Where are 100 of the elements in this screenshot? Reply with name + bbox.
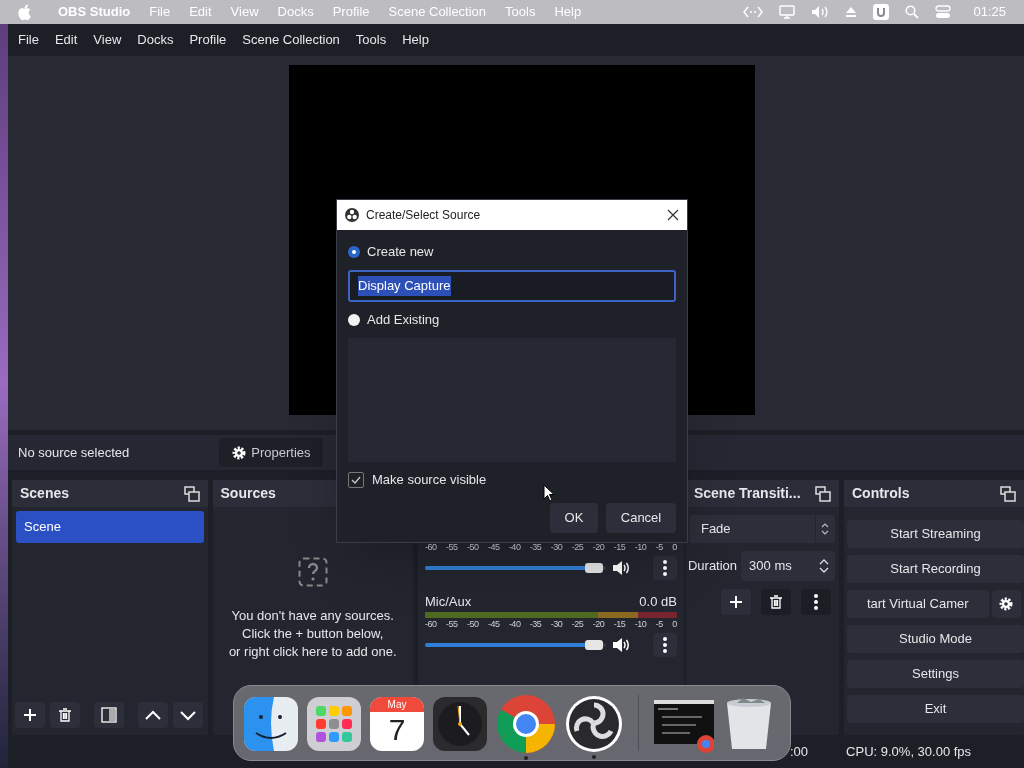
add-transition-button[interactable] <box>721 589 751 615</box>
dock-title: Sources <box>220 484 276 503</box>
radio-button[interactable] <box>348 314 360 326</box>
speaker-icon[interactable] <box>611 637 630 653</box>
remove-button[interactable] <box>50 702 80 728</box>
settings-icon <box>998 596 1015 612</box>
finder-icon[interactable] <box>244 697 298 751</box>
dock-title: Scene Transiti... <box>693 484 801 503</box>
control-button[interactable]: Start Streaming <box>847 520 1024 548</box>
radio-label[interactable]: Create new <box>367 242 434 262</box>
calendar-month: May <box>370 697 424 712</box>
undock-icon <box>1000 485 1016 502</box>
scale-label: -30 <box>550 618 563 630</box>
volume-thumb[interactable] <box>585 563 604 573</box>
plus-icon <box>729 595 743 609</box>
dialog-button[interactable]: Cancel <box>606 502 676 533</box>
running-indicator <box>592 755 596 759</box>
control-button[interactable]: Exit <box>847 695 1024 723</box>
channel-name: Mic/Aux <box>424 594 472 610</box>
undock-icon <box>815 485 831 502</box>
menu-item[interactable]: Edit <box>54 30 78 50</box>
scale-label: -5 <box>655 541 663 553</box>
menu-item[interactable]: Scene Collection <box>242 30 340 50</box>
scale-label: -35 <box>529 618 542 630</box>
obs-app-icon[interactable] <box>565 695 623 753</box>
duration-label: Duration <box>687 557 738 576</box>
status-cpu: CPU: 9.0%, 30.00 fps <box>846 742 972 761</box>
scale-label: -55 <box>445 541 458 553</box>
scale-label: -15 <box>613 618 626 630</box>
scale-label: -40 <box>508 618 521 630</box>
control-button[interactable]: Settings <box>847 660 1024 688</box>
clock-icon[interactable] <box>433 697 487 751</box>
scale-label: -60 <box>424 618 437 630</box>
scale-label: -25 <box>571 618 584 630</box>
filters-button[interactable] <box>94 702 124 728</box>
menu-item[interactable]: Profile <box>189 30 227 50</box>
transition-menu-button[interactable] <box>801 589 831 615</box>
empty-sources-message: You don't have any sources. Click the + button below, or right click here to add one. <box>228 607 397 661</box>
menu-item[interactable]: Docks <box>137 30 174 50</box>
calendar-day: 7 <box>388 712 406 748</box>
check-icon <box>351 475 361 484</box>
filter-icon <box>101 707 117 723</box>
menu-item[interactable]: View <box>93 30 122 50</box>
u-badge-icon[interactable] <box>873 4 890 20</box>
scale-label: -55 <box>445 618 458 630</box>
context-label: No source selected <box>18 443 130 462</box>
close-icon[interactable] <box>667 209 679 221</box>
menu-item[interactable]: Tools <box>355 30 387 50</box>
scale-label: -40 <box>508 541 521 553</box>
running-indicator <box>524 756 528 760</box>
dialog-button[interactable]: OK <box>550 502 598 533</box>
calendar-icon[interactable]: May 7 <box>370 697 424 751</box>
checkbox-label[interactable]: Make source visible <box>372 470 487 490</box>
menu-item[interactable]: Help <box>402 30 429 50</box>
scale-label: -50 <box>466 618 479 630</box>
remove-transition-button[interactable] <box>761 589 791 615</box>
scale-label: -10 <box>634 618 647 630</box>
channel-menu-button[interactable] <box>652 556 677 580</box>
properties-button[interactable]: Properties <box>219 438 323 467</box>
move-down-button[interactable] <box>173 702 203 728</box>
add-button[interactable] <box>15 702 45 728</box>
radio-button[interactable] <box>348 246 360 258</box>
duration-spinbox[interactable]: 300 ms <box>741 551 835 581</box>
chevron-up-icon <box>145 709 161 721</box>
dock-title: Scenes <box>20 484 70 503</box>
scale-label: 0 <box>672 541 677 553</box>
transition-select[interactable]: Fade <box>689 515 835 543</box>
volume-thumb[interactable] <box>585 640 604 650</box>
speaker-icon[interactable] <box>611 560 630 576</box>
menu-item[interactable]: File <box>18 30 39 50</box>
scale-label: -20 <box>592 618 605 630</box>
control-button[interactable]: tart Virtual Camer <box>847 590 989 618</box>
scale-label: -30 <box>550 541 563 553</box>
dock-title: Controls <box>852 484 910 503</box>
radio-label[interactable]: Add Existing <box>367 310 440 330</box>
status-time: :00 <box>790 742 809 761</box>
name-input-field[interactable]: Display Capture <box>348 270 676 302</box>
scale-label: -5 <box>655 618 663 630</box>
control-button[interactable]: Studio Mode <box>847 625 1024 653</box>
scale-label: 0 <box>672 618 677 630</box>
scale-label: -60 <box>424 541 437 553</box>
launchpad-icon[interactable] <box>307 697 361 751</box>
scale-label: -15 <box>613 541 626 553</box>
dialog-title: Create/Select Source <box>366 207 482 224</box>
virtual-camera-settings-button[interactable] <box>991 590 1021 618</box>
updown-caret-icon <box>821 523 830 535</box>
kebab-menu-icon <box>662 560 667 576</box>
control-button[interactable]: Start Recording <box>847 555 1024 583</box>
channel-menu-button[interactable] <box>652 633 677 657</box>
chrome-icon[interactable] <box>496 694 556 754</box>
plus-icon <box>23 708 37 722</box>
move-up-button[interactable] <box>138 702 168 728</box>
chevron-down-icon <box>180 709 196 721</box>
scale-label: -25 <box>571 541 584 553</box>
scale-label: -50 <box>466 541 479 553</box>
cursor-icon <box>543 484 555 502</box>
stepper-icon <box>819 559 829 573</box>
checkbox[interactable] <box>348 471 364 488</box>
trash-icon <box>58 708 72 722</box>
scene-item[interactable]: Scene <box>16 511 204 543</box>
